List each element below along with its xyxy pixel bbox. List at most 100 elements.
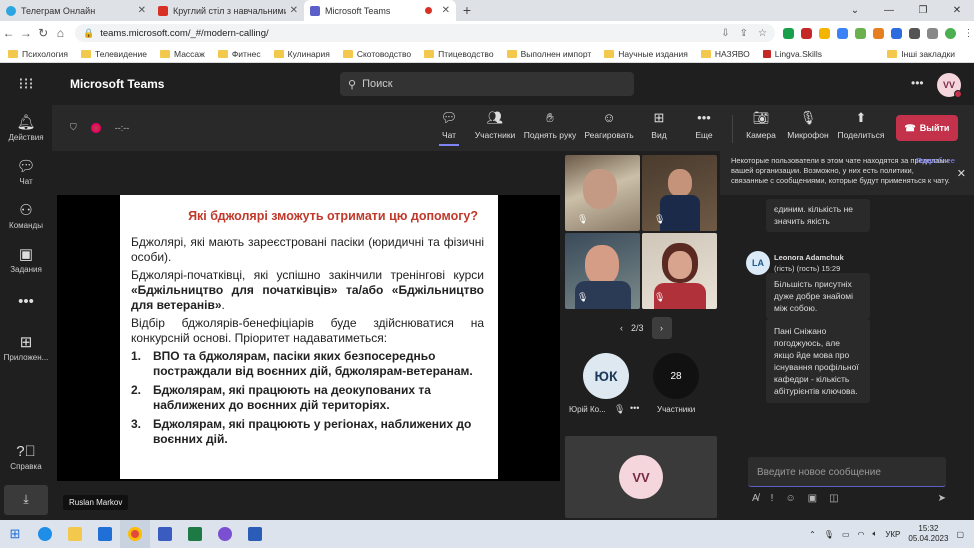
home-button[interactable]: ⌂: [52, 26, 69, 40]
rail-item-apps[interactable]: ⊞ Приложен...: [0, 333, 52, 362]
menu-icon[interactable]: ⋮: [963, 28, 974, 39]
share-button[interactable]: ⬆ Поделиться: [836, 109, 886, 140]
bookmark-folder[interactable]: Птицеводство: [424, 49, 494, 59]
minimize-button[interactable]: —: [872, 0, 906, 21]
close-icon[interactable]: ✕: [442, 5, 450, 16]
tab-telegram[interactable]: Телеграм Онлайн ✕: [0, 0, 152, 21]
reload-button[interactable]: ↻: [35, 26, 52, 40]
adblock-icon[interactable]: [801, 27, 812, 39]
windows-start-icon[interactable]: ⊞: [0, 520, 30, 548]
more-icon[interactable]: •••: [630, 403, 639, 413]
bookmark-folder[interactable]: Психология: [8, 49, 68, 59]
bookmark-folder[interactable]: НАЗЯВО: [700, 49, 750, 59]
participant-video[interactable]: 🎙︎: [642, 233, 717, 309]
download-button[interactable]: ⤓: [4, 485, 48, 515]
mic-icon[interactable]: 🎙︎: [824, 530, 834, 539]
self-video[interactable]: VV: [565, 436, 717, 518]
participant-video[interactable]: 🎙︎: [642, 155, 717, 231]
viber-icon[interactable]: [210, 520, 240, 548]
edge-icon[interactable]: [30, 520, 60, 548]
download-icon[interactable]: [855, 27, 866, 39]
bookmark-other[interactable]: Інші закладки: [887, 45, 955, 63]
chevron-up-icon[interactable]: ⌃: [809, 530, 816, 539]
word-icon[interactable]: [240, 520, 270, 548]
view-button[interactable]: ⊞ Вид: [644, 109, 674, 140]
extension-icon[interactable]: [873, 27, 884, 39]
bookmark-folder[interactable]: Телевидение: [81, 49, 147, 59]
profile-icon[interactable]: [945, 27, 956, 39]
battery-icon[interactable]: ▭: [842, 530, 850, 539]
extension-icon[interactable]: [783, 27, 794, 39]
participant-avatar[interactable]: ЮК: [583, 353, 629, 399]
app-launcher-icon[interactable]: ⁝⁝⁝: [0, 74, 52, 94]
star-icon[interactable]: ☆: [758, 28, 767, 39]
language-indicator[interactable]: УКР: [885, 530, 900, 539]
learn-more-link[interactable]: Подробнее: [916, 156, 955, 166]
bookmark-folder[interactable]: Скотоводство: [342, 49, 411, 59]
extension-icon[interactable]: [819, 27, 830, 39]
chevron-left-icon[interactable]: ‹: [620, 323, 623, 333]
mic-button[interactable]: 🎙︎ Микрофон: [785, 109, 831, 140]
rail-item-assignments[interactable]: ▣ Задания: [0, 245, 52, 274]
participant-video[interactable]: 🎙︎: [565, 233, 640, 309]
tab-teams[interactable]: Microsoft Teams ✕: [304, 0, 456, 21]
rail-item-more[interactable]: •••: [0, 293, 52, 312]
wifi-icon[interactable]: ◠: [858, 530, 865, 539]
chat-button[interactable]: 💬︎ Чат: [434, 109, 464, 146]
close-window-button[interactable]: ✕: [940, 0, 974, 21]
react-button[interactable]: ☺ Реагировать: [582, 109, 636, 140]
participants-button[interactable]: 👥︎ Участники: [472, 109, 518, 140]
bookmark-lingva[interactable]: Lingva.Skills: [762, 49, 822, 59]
notifications-icon[interactable]: ▢: [956, 530, 964, 539]
rail-item-chat[interactable]: 💬︎ Чат: [0, 157, 52, 186]
close-icon[interactable]: ✕: [290, 5, 298, 16]
close-icon[interactable]: ✕: [957, 169, 966, 180]
chevron-right-icon[interactable]: ›: [651, 317, 672, 339]
tab-gmail[interactable]: Круглий стіл з навчальними зак ✕: [152, 0, 304, 21]
mail-icon[interactable]: [90, 520, 120, 548]
message-input[interactable]: Введите новое сообщение: [748, 457, 946, 487]
close-icon[interactable]: ✕: [138, 5, 146, 16]
new-tab-button[interactable]: +: [456, 0, 478, 21]
emoji-icon[interactable]: ☺: [785, 493, 795, 504]
participant-video[interactable]: 🎙︎: [565, 155, 640, 231]
chevron-down-icon[interactable]: ⌄: [838, 0, 872, 21]
bookmark-folder[interactable]: Кулинария: [273, 49, 330, 59]
back-button[interactable]: ←: [0, 26, 17, 40]
gif-icon[interactable]: ▣: [808, 493, 817, 504]
search-input[interactable]: ⚲ Поиск: [340, 72, 634, 96]
excel-icon[interactable]: [180, 520, 210, 548]
bookmark-folder[interactable]: Научные издания: [604, 49, 688, 59]
clock[interactable]: 15:32 05.04.2023: [908, 524, 948, 544]
leave-button[interactable]: ☎ Выйти: [896, 115, 958, 141]
share-icon[interactable]: ⇪: [740, 28, 748, 39]
rail-item-activity[interactable]: 🔔︎ Действия: [0, 113, 52, 142]
sticker-icon[interactable]: ◫: [829, 493, 838, 504]
avatar[interactable]: VV: [937, 73, 962, 98]
volume-icon[interactable]: 🔈︎: [873, 529, 878, 539]
more-button[interactable]: ••• Еще: [689, 109, 719, 140]
chrome-icon[interactable]: [120, 520, 150, 548]
rail-item-teams[interactable]: ⚇ Команды: [0, 201, 52, 230]
save-icon[interactable]: [150, 520, 180, 548]
sidebar-icon[interactable]: [927, 27, 938, 39]
participants-count[interactable]: 28: [653, 353, 699, 399]
bookmark-folder[interactable]: Выполнен импорт: [506, 49, 591, 59]
forward-button[interactable]: →: [17, 26, 34, 40]
puzzle-icon[interactable]: [909, 27, 920, 39]
bookmark-folder[interactable]: Массаж: [160, 49, 205, 59]
rail-item-help[interactable]: ?⃝ Справка: [0, 443, 52, 471]
camera-button[interactable]: 📷︎ Камера: [743, 109, 779, 140]
translate-icon[interactable]: [891, 27, 902, 39]
extension-icon[interactable]: [837, 27, 848, 39]
maximize-button[interactable]: ❐: [906, 0, 940, 21]
important-icon[interactable]: !: [771, 493, 774, 504]
explorer-icon[interactable]: [60, 520, 90, 548]
send-icon[interactable]: ➤: [938, 493, 946, 504]
url-field[interactable]: 🔒 teams.microsoft.com/_#/modern-calling/…: [75, 24, 775, 42]
bookmark-folder[interactable]: Фитнес: [217, 49, 261, 59]
install-icon[interactable]: ⇩: [721, 28, 729, 39]
format-icon[interactable]: A̸: [752, 493, 759, 504]
raise-hand-button[interactable]: ✋︎ Поднять руку: [522, 109, 578, 140]
more-icon[interactable]: •••: [911, 76, 924, 90]
